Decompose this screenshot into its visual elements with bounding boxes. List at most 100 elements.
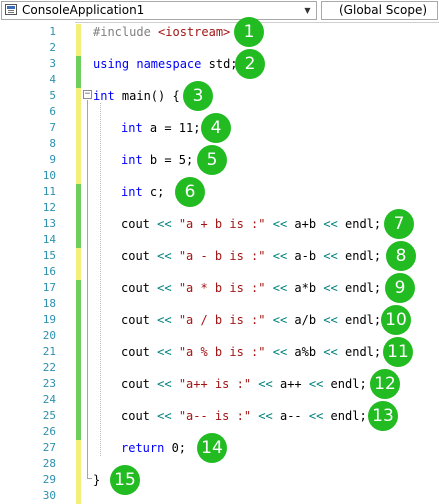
code-token: endl; [337,281,382,295]
code-line[interactable]: using namespace std; [93,56,238,72]
code-token: b = 5; [142,153,194,167]
line-number: 8 [49,137,56,150]
code-token: a-b [287,249,324,263]
code-token: "a % b is :" [178,345,266,359]
step-number-badge: 5 [197,145,227,175]
step-number-badge: 11 [383,337,413,367]
code-line[interactable]: cout << "a - b is :" << a-b << endl; [121,248,381,264]
code-token: << [308,377,324,391]
line-number: 19 [42,313,56,326]
saved-change-marker [76,280,81,440]
code-token: << [157,345,172,359]
line-number: 22 [42,361,56,374]
code-token: int [121,185,143,199]
scope-dropdown-label: (Global Scope) [339,3,428,17]
code-token: endl; [337,345,382,359]
line-number: 14 [42,233,56,246]
code-token: << [323,217,338,231]
code-token: << [323,281,338,295]
code-token: } [93,473,101,487]
code-token: "a - b is :" [178,249,266,263]
step-number-badge: 10 [381,305,411,335]
code-token: << [272,249,288,263]
project-dropdown-label: ConsoleApplication1 [22,3,145,17]
code-token: a+b [287,217,324,231]
step-number-badge: 3 [183,81,213,111]
code-line[interactable]: cout << "a++ is :" << a++ << endl; [121,376,367,392]
code-token: << [157,409,172,423]
line-number: 20 [42,329,56,342]
line-number: 5 [49,89,56,102]
line-number: 4 [49,73,56,86]
line-number: 11 [42,185,56,198]
code-line[interactable]: int c; [121,184,164,200]
code-line[interactable]: int a = 11; [121,120,200,136]
unsaved-change-marker [76,248,81,280]
code-token: #include [93,25,159,39]
line-number: 3 [49,57,56,70]
code-token: << [308,409,324,423]
unsaved-change-marker [76,88,81,184]
line-number: 25 [42,409,56,422]
code-line[interactable]: #include <iostream> [93,24,230,40]
code-line[interactable]: int main() { [93,88,180,104]
line-number: 23 [42,377,56,390]
line-number: 2 [49,41,56,54]
code-token: <iostream> [158,25,231,39]
step-number-badge: 4 [201,113,231,143]
line-number: 6 [49,105,56,118]
step-number-badge: 6 [175,177,205,207]
code-line[interactable]: cout << "a % b is :" << a%b << endl; [121,344,381,360]
line-number: 15 [42,249,56,262]
line-number: 27 [42,441,56,454]
code-token: cout [121,313,158,327]
code-line[interactable]: cout << "a + b is :" << a+b << endl; [121,216,381,232]
project-dropdown[interactable]: ConsoleApplication1 ▼ [1,1,317,20]
code-token: << [272,281,288,295]
code-token: "a + b is :" [178,217,266,231]
code-token: "a++ is :" [178,377,252,391]
code-token: << [157,313,172,327]
saved-change-marker [76,184,81,248]
scope-dropdown[interactable]: (Global Scope) [321,1,438,20]
line-number: 18 [42,297,56,310]
code-token: << [157,249,172,263]
code-token: << [323,249,338,263]
code-line[interactable]: } [93,472,100,488]
chevron-down-icon[interactable]: ▼ [300,2,315,19]
code-token: int [121,153,143,167]
fold-region-end [87,478,92,479]
code-token: endl; [337,217,382,231]
code-token: endl; [323,377,367,391]
code-line[interactable]: int b = 5; [121,152,193,168]
code-token: cout [121,217,158,231]
step-number-badge: 12 [370,369,400,399]
code-token: namespace [136,57,202,71]
code-token: << [272,217,288,231]
step-number-badge: 7 [384,209,414,239]
code-token: cout [121,281,158,295]
collapse-region-button[interactable]: − [83,90,92,99]
line-number: 17 [42,281,56,294]
step-number-badge: 14 [197,433,227,463]
line-number: 9 [49,153,56,166]
line-number: 1 [49,25,56,38]
code-line[interactable]: return 0; [121,440,186,456]
step-number-badge: 1 [234,17,264,47]
code-token: cout [121,345,158,359]
code-token: a-- [272,409,309,423]
code-line[interactable]: cout << "a / b is :" << a/b << endl; [121,312,381,328]
code-token: cout [121,409,158,423]
code-line[interactable]: cout << "a-- is :" << a-- << endl; [121,408,367,424]
code-token: a*b [287,281,324,295]
code-token: "a / b is :" [178,313,266,327]
code-line[interactable]: cout << "a * b is :" << a*b << endl; [121,280,381,296]
code-token: << [323,345,338,359]
line-number: 12 [42,201,56,214]
line-number: 13 [42,217,56,230]
